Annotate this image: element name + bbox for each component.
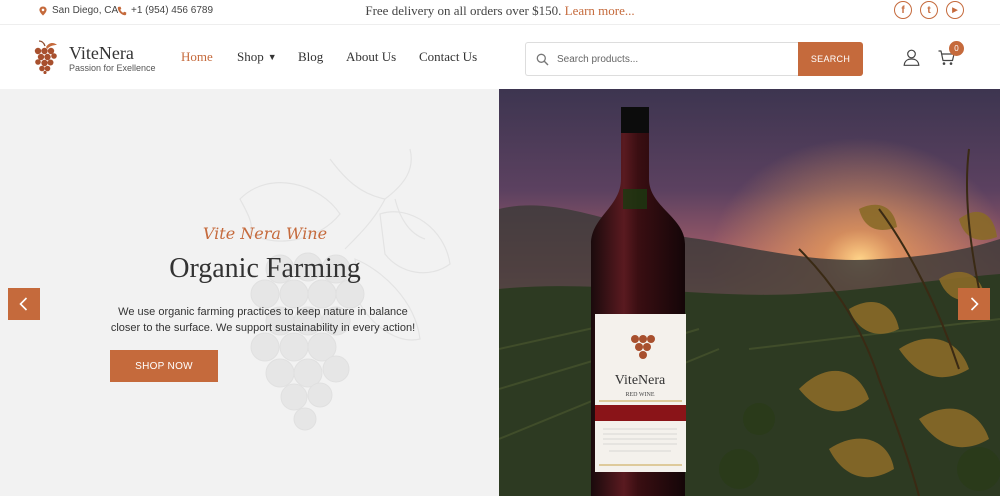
hero-text-panel: Vite Nera Wine Organic Farming We use or…: [0, 89, 500, 496]
chevron-left-icon: [19, 297, 28, 311]
nav-blog[interactable]: Blog: [298, 49, 323, 65]
chevron-down-icon: ▼: [267, 52, 277, 62]
search-box: [525, 42, 799, 76]
vineyard-sunset-photo: ViteNera RED WINE: [499, 89, 1000, 496]
chevron-right-icon: [970, 297, 979, 311]
shop-now-button[interactable]: SHOP NOW: [110, 350, 218, 382]
cart-count-badge: 0: [949, 41, 964, 56]
top-bar: San Diego, CA +1 (954) 456 6789 Free del…: [0, 0, 1000, 24]
nav-shop[interactable]: Shop ▼: [237, 49, 277, 65]
grape-logo-icon[interactable]: [32, 40, 60, 74]
main-header: ViteNera Passion for Exellence Home Shop…: [0, 24, 1000, 88]
user-icon[interactable]: [903, 49, 920, 66]
slider-prev-button[interactable]: [8, 288, 40, 320]
nav-shop-label: Shop: [237, 49, 264, 64]
promo-text: Free delivery on all orders over $150.: [365, 3, 562, 18]
learn-more-link[interactable]: Learn more...: [565, 3, 635, 18]
search-icon: [536, 53, 549, 66]
nav-home[interactable]: Home: [181, 49, 213, 65]
brand-name[interactable]: ViteNera: [69, 43, 134, 64]
grape-illustration-icon: [239, 148, 451, 431]
twitter-icon[interactable]: t: [920, 1, 938, 19]
promo-banner: Free delivery on all orders over $150. L…: [0, 3, 1000, 19]
bottle-type-label: RED WINE: [625, 392, 654, 398]
hero-title: Organic Farming: [169, 253, 361, 284]
facebook-icon[interactable]: f: [894, 1, 912, 19]
nav-contact[interactable]: Contact Us: [419, 49, 477, 65]
hero-description: We use organic farming practices to keep…: [110, 306, 416, 334]
hero-slider: Vite Nera Wine Organic Farming We use or…: [0, 89, 1000, 496]
brand-tagline: Passion for Exellence: [69, 63, 156, 73]
nav-about[interactable]: About Us: [346, 49, 396, 65]
hero-subtitle: Vite Nera Wine: [202, 224, 328, 243]
youtube-icon[interactable]: ▶: [946, 1, 964, 19]
slider-next-button[interactable]: [958, 288, 990, 320]
search-input[interactable]: [557, 43, 797, 75]
search-button[interactable]: SEARCH: [798, 42, 863, 76]
bottle-brand-label: ViteNera: [615, 373, 666, 388]
